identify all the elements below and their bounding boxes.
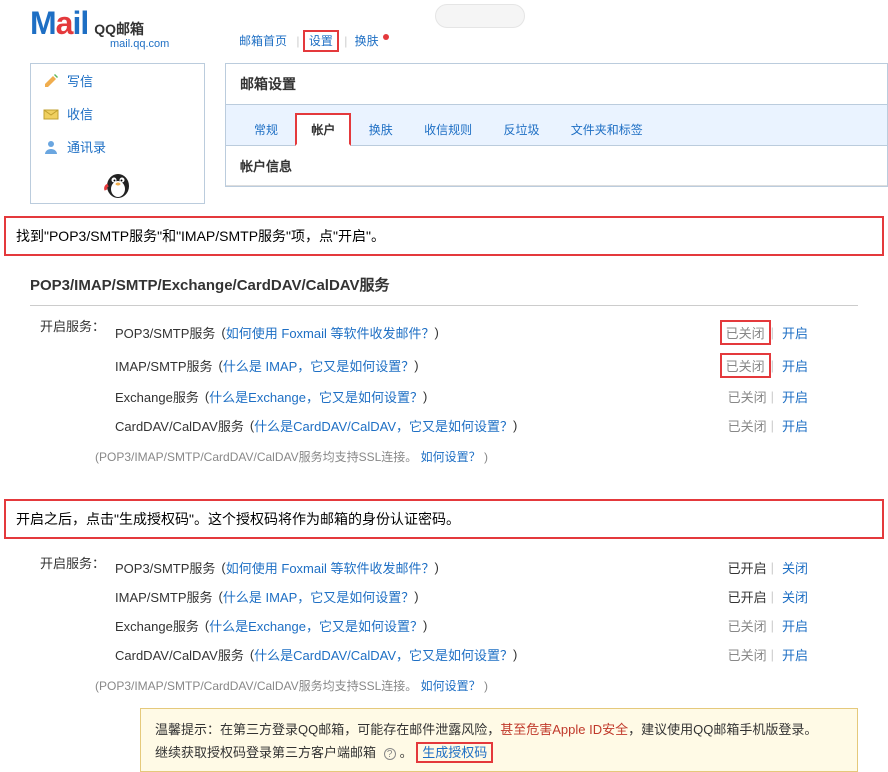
service-toggle-link[interactable]: 开启 <box>782 645 808 664</box>
warm-danger: 甚至危害Apple ID安全 <box>500 722 628 737</box>
services-label: 开启服务： <box>30 316 115 440</box>
service-toggle-link[interactable]: 开启 <box>782 387 808 406</box>
service-help-link[interactable]: 如何使用 Foxmail 等软件收发邮件？ <box>226 323 435 342</box>
warm-prefix: 温馨提示：在第三方登录QQ邮箱，可能存在邮件泄露风险， <box>155 722 500 737</box>
nav-settings[interactable]: 设置 <box>303 30 339 52</box>
service-toggle-link[interactable]: 开启 <box>782 616 808 635</box>
info-icon[interactable]: ? <box>384 748 396 760</box>
nav-skin[interactable]: 换肤 <box>351 32 383 50</box>
logo-text: Mail <box>30 5 88 42</box>
penguin-icon <box>101 166 135 200</box>
service-toggle-link[interactable]: 开启 <box>782 356 808 375</box>
service-name: POP3/SMTP服务 <box>115 323 215 342</box>
tab-account[interactable]: 帐户 <box>295 113 351 146</box>
tabs-bar: 常规 帐户 换肤 收信规则 反垃圾 文件夹和标签 <box>226 105 887 146</box>
service-status: 已关闭 <box>724 415 771 436</box>
warm-suffix: ，建议使用QQ邮箱手机版登录。 <box>628 722 817 737</box>
services-heading: POP3/IMAP/SMTP/Exchange/CardDAV/CalDAV服务 <box>30 264 858 306</box>
service-help-link[interactable]: 什么是Exchange，它又是如何设置？ <box>209 616 423 635</box>
sidebar: 写信 收信 通讯录 <box>30 63 205 204</box>
service-name: POP3/SMTP服务 <box>115 558 215 577</box>
services-note-suffix: ) <box>484 450 488 464</box>
tab-rules[interactable]: 收信规则 <box>410 115 486 144</box>
notification-dot-icon <box>383 34 389 40</box>
service-help-link[interactable]: 什么是 IMAP，它又是如何设置？ <box>223 587 414 606</box>
ssl-help-link[interactable]: 如何设置？ <box>421 450 481 464</box>
account-info-heading: 帐户信息 <box>226 146 887 186</box>
service-help-link[interactable]: 如何使用 Foxmail 等软件收发邮件？ <box>226 558 435 577</box>
generate-auth-code-link[interactable]: 生成授权码 <box>416 742 493 763</box>
services-label: 开启服务： <box>30 553 115 669</box>
brand-cn: QQ邮箱 <box>94 19 144 39</box>
tab-general[interactable]: 常规 <box>240 115 292 144</box>
service-name: Exchange服务 <box>115 387 199 406</box>
sidebar-item-label: 通讯录 <box>67 137 106 156</box>
warm-tip-box: 温馨提示：在第三方登录QQ邮箱，可能存在邮件泄露风险，甚至危害Apple ID安… <box>140 708 858 772</box>
service-name: IMAP/SMTP服务 <box>115 356 213 375</box>
service-toggle-link[interactable]: 关闭 <box>782 558 808 577</box>
sidebar-contacts[interactable]: 通讯录 <box>31 130 204 163</box>
warm-line2-prefix: 继续获取授权码登录第三方客户端邮箱 <box>155 745 376 760</box>
service-toggle-link[interactable]: 开启 <box>782 323 808 342</box>
contacts-icon <box>43 139 59 155</box>
service-name: Exchange服务 <box>115 616 199 635</box>
service-help-link[interactable]: 什么是CardDAV/CalDAV，它又是如何设置？ <box>254 645 513 664</box>
nav-home[interactable]: 邮箱首页 <box>235 32 291 50</box>
sidebar-item-label: 写信 <box>67 71 93 90</box>
service-status: 已关闭 <box>720 320 771 345</box>
sidebar-inbox[interactable]: 收信 <box>31 97 204 130</box>
services-note-prefix: (POP3/IMAP/SMTP/CardDAV/CalDAV服务均支持SSL连接… <box>95 450 417 464</box>
service-help-link[interactable]: 什么是CardDAV/CalDAV，它又是如何设置？ <box>254 416 513 435</box>
sidebar-item-label: 收信 <box>67 104 93 123</box>
warm-dot: 。 <box>400 745 413 760</box>
service-name: CardDAV/CalDAV服务 <box>115 645 244 664</box>
services-note-suffix: ) <box>484 679 488 693</box>
tab-skin[interactable]: 换肤 <box>355 115 407 144</box>
sidebar-compose[interactable]: 写信 <box>31 64 204 97</box>
service-name: IMAP/SMTP服务 <box>115 587 213 606</box>
top-nav: 邮箱首页 | 设置 | 换肤 <box>235 32 389 49</box>
tab-spam[interactable]: 反垃圾 <box>489 115 553 144</box>
instruction-step2: 开启之后，点击"生成授权码"。这个授权码将作为邮箱的身份认证密码。 <box>4 499 884 539</box>
service-name: CardDAV/CalDAV服务 <box>115 416 244 435</box>
service-help-link[interactable]: 什么是 IMAP，它又是如何设置？ <box>223 356 414 375</box>
penguin-avatar <box>31 163 204 203</box>
settings-panel: 邮箱设置 常规 帐户 换肤 收信规则 反垃圾 文件夹和标签 帐户信息 <box>225 63 888 187</box>
service-status: 已开启 <box>724 586 771 607</box>
inbox-icon <box>43 106 59 122</box>
domain-text: mail.qq.com <box>110 38 888 50</box>
service-toggle-link[interactable]: 开启 <box>782 416 808 435</box>
service-status: 已关闭 <box>720 353 771 378</box>
user-pill[interactable] <box>435 4 525 28</box>
service-status: 已关闭 <box>724 386 771 407</box>
service-help-link[interactable]: 什么是Exchange，它又是如何设置？ <box>209 387 423 406</box>
services-note-prefix: (POP3/IMAP/SMTP/CardDAV/CalDAV服务均支持SSL连接… <box>95 679 417 693</box>
service-status: 已关闭 <box>724 615 771 636</box>
instruction-step1: 找到"POP3/SMTP服务"和"IMAP/SMTP服务"项，点"开启"。 <box>4 216 884 256</box>
service-status: 已关闭 <box>724 644 771 665</box>
service-status: 已开启 <box>724 557 771 578</box>
page-title: 邮箱设置 <box>226 64 887 105</box>
compose-icon <box>43 73 59 89</box>
logo[interactable]: Mail QQ邮箱 <box>30 5 144 42</box>
tab-folders[interactable]: 文件夹和标签 <box>557 115 657 144</box>
ssl-help-link[interactable]: 如何设置？ <box>421 679 481 693</box>
service-toggle-link[interactable]: 关闭 <box>782 587 808 606</box>
